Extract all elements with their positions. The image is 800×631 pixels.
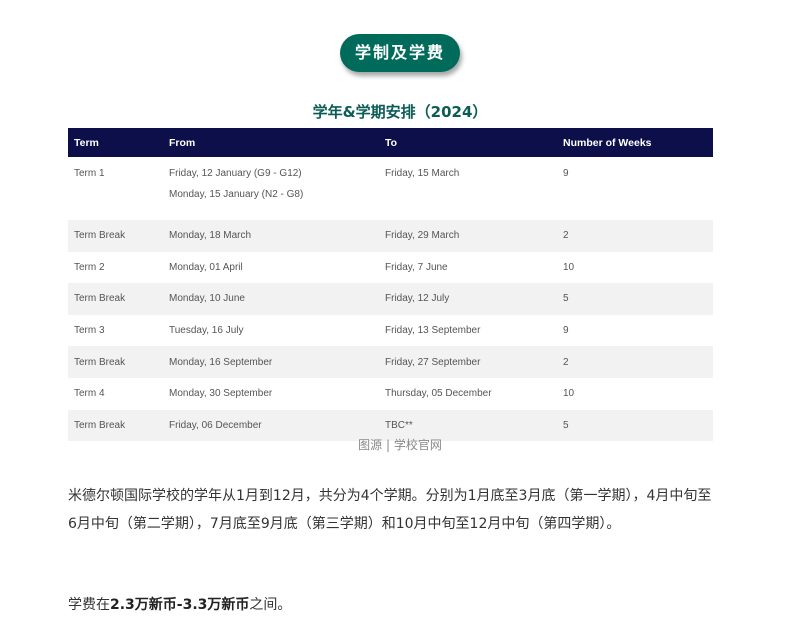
cell-weeks: 5 [557,283,713,315]
table-row: Term 4 Monday, 30 September Thursday, 05… [68,378,713,410]
school-year-paragraph: 米德尔顿国际学校的学年从1月到12月，共分为4个学期。分别为1月底至3月底（第一… [68,488,712,532]
cell-weeks: 9 [563,168,569,179]
cell-term: Term 2 [74,261,105,273]
cell-from: Monday, 30 September [169,388,273,400]
section-badge: 学制及学费 [339,34,460,72]
table-row: Term Break Monday, 16 September Friday, … [68,346,713,378]
tuition-paragraph: 学费在2.3万新币-3.3万新币之间。 [68,591,718,619]
cell-term: Term Break [68,220,163,252]
cell-to: Friday, 15 March [385,168,460,179]
cell-to: Thursday, 05 December [385,388,492,400]
cell-weeks: 10 [563,261,575,273]
cell-from: Monday, 16 September [163,346,379,378]
image-source-caption: 图源 | 学校官网 [358,438,442,452]
cell-from-line2: Monday, 15 January (N2 - G8) [169,189,304,200]
table-header-row: Term From To Number of Weeks [68,128,713,157]
table-row: Term Break Monday, 10 June Friday, 12 Ju… [68,283,713,315]
tuition-prefix: 学费在 [68,597,110,613]
header-to: To [379,128,557,157]
table-row: Term 2 Monday, 01 April Friday, 7 June 1… [68,252,713,284]
cell-to: Friday, 29 March [379,220,557,252]
section-header: 学制及学费 [0,34,800,72]
cell-weeks: 10 [563,388,575,400]
tuition-amount: 2.3万新币-3.3万新币 [110,597,250,613]
cell-term: Term Break [68,283,163,315]
header-from: From [163,128,379,157]
cell-weeks: 2 [557,220,713,252]
cell-from: Monday, 18 March [163,220,379,252]
cell-to: Friday, 12 July [379,283,557,315]
cell-to: Friday, 7 June [385,261,448,273]
tuition-suffix: 之间。 [249,597,292,613]
table-row: Term 1 Friday, 12 January (G9 - G12) Mon… [68,157,713,220]
cell-weeks: 2 [557,346,713,378]
header-term: Term [68,128,163,157]
header-weeks: Number of Weeks [557,128,713,157]
cell-from: Tuesday, 16 July [169,325,244,337]
cell-to: Friday, 13 September [385,325,481,337]
cell-from: Monday, 10 June [163,283,379,315]
cell-weeks: 9 [563,325,569,337]
table-row: Term 3 Tuesday, 16 July Friday, 13 Septe… [68,315,713,347]
cell-term: Term Break [68,346,163,378]
cell-term: Term 1 [74,168,105,179]
cell-to: Friday, 27 September [379,346,557,378]
cell-from: Friday, 12 January (G9 - G12) Monday, 15… [163,157,379,220]
term-schedule-table: Term From To Number of Weeks Term 1 Frid… [68,128,713,442]
cell-from: Monday, 01 April [169,261,243,273]
cell-term: Term 4 [74,388,105,400]
table-row: Term Break Monday, 18 March Friday, 29 M… [68,220,713,252]
cell-from-line1: Friday, 12 January (G9 - G12) [169,168,302,179]
table-title: 学年&学期安排（2024） [312,103,488,121]
cell-term: Term 3 [74,325,105,337]
